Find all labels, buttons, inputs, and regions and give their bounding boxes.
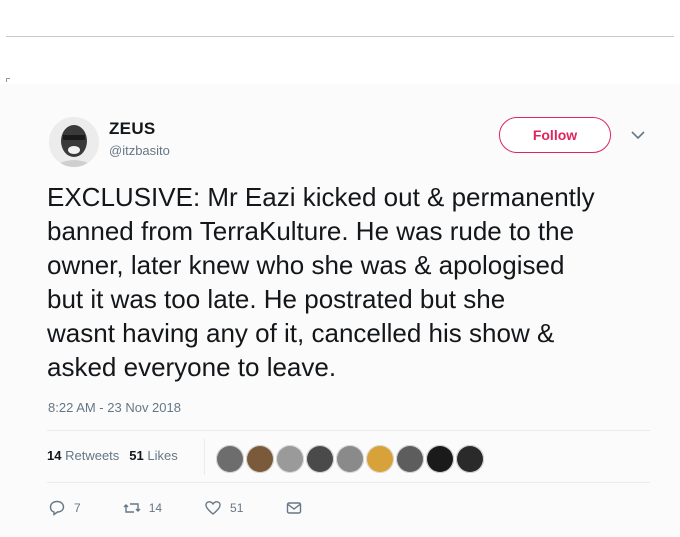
top-divider xyxy=(6,36,674,37)
stats-divider xyxy=(204,439,205,475)
liker-avatar[interactable] xyxy=(336,445,364,473)
divider xyxy=(47,482,650,483)
reply-count: 7 xyxy=(74,501,81,515)
retweet-button[interactable]: 14 xyxy=(123,499,162,517)
tweet-timestamp[interactable]: 8:22 AM - 23 Nov 2018 xyxy=(48,400,181,415)
liker-avatar[interactable] xyxy=(306,445,334,473)
follow-button[interactable]: Follow xyxy=(499,117,611,153)
liker-avatar[interactable] xyxy=(276,445,304,473)
like-count: 51 xyxy=(230,501,244,515)
divider xyxy=(47,430,650,431)
retweet-icon xyxy=(123,503,141,513)
liker-avatar[interactable] xyxy=(366,445,394,473)
retweets-count: 14 xyxy=(47,448,62,463)
liker-avatar[interactable] xyxy=(456,445,484,473)
likes-count: 51 xyxy=(129,448,144,463)
corner-mark xyxy=(6,78,10,82)
heart-icon xyxy=(205,501,221,515)
reply-icon xyxy=(49,500,65,516)
avatar[interactable] xyxy=(49,117,99,167)
liker-avatar[interactable] xyxy=(216,445,244,473)
author-name[interactable]: ZEUS xyxy=(109,119,156,139)
likes-label: Likes xyxy=(147,448,178,463)
retweets-stat[interactable]: 14 Retweets xyxy=(47,448,119,463)
envelope-icon xyxy=(287,502,302,514)
tweet-actions: 7 14 51 xyxy=(48,499,345,517)
direct-message-button[interactable] xyxy=(285,499,303,517)
chevron-down-icon[interactable] xyxy=(629,128,647,142)
author-handle[interactable]: @itzbasito xyxy=(109,143,170,158)
liker-avatar[interactable] xyxy=(426,445,454,473)
tweet-stats: 14 Retweets 51 Likes xyxy=(47,448,178,463)
retweet-count: 14 xyxy=(148,501,163,515)
reply-button[interactable]: 7 xyxy=(48,499,81,517)
liker-avatar[interactable] xyxy=(246,445,274,473)
likes-stat[interactable]: 51 Likes xyxy=(129,448,177,463)
tweet-text: EXCLUSIVE: Mr Eazi kicked out & permanen… xyxy=(47,182,595,382)
liker-avatar[interactable] xyxy=(396,445,424,473)
like-button[interactable]: 51 xyxy=(204,499,243,517)
liker-avatars xyxy=(216,445,486,473)
retweets-label: Retweets xyxy=(65,448,120,463)
tweet-card: ZEUS @itzbasito Follow EXCLUSIVE: Mr Eaz… xyxy=(0,84,680,537)
